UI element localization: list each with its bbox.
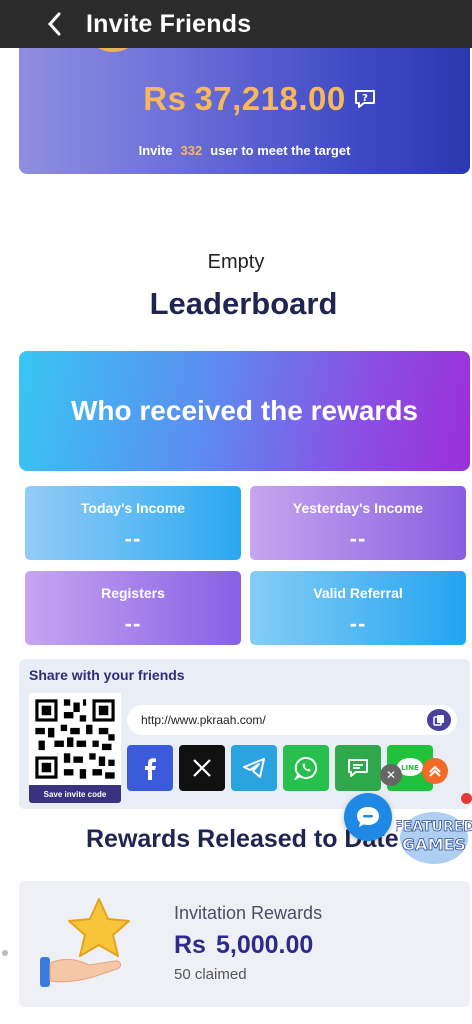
telegram-share-button[interactable] <box>231 745 277 791</box>
stat-label: Registers <box>101 585 165 601</box>
qr-code-icon <box>29 693 121 785</box>
save-invite-code-button[interactable]: Save invite code <box>29 785 121 803</box>
stat-registers: Registers -- <box>25 571 241 645</box>
reward-amount: Rs 5,000.00 <box>174 931 313 960</box>
invite-url-field[interactable]: http://www.pkraah.com/ <box>127 705 457 735</box>
stat-value: -- <box>124 526 142 551</box>
qr-code[interactable]: Save invite code <box>29 693 121 803</box>
chat-icon <box>357 807 379 827</box>
target-card: Rs 37,218.00 ? Invite 332 user to meet the … <box>19 40 470 174</box>
whatsapp-icon <box>293 756 318 781</box>
notification-dot <box>461 793 472 804</box>
scroll-top-button[interactable] <box>422 758 448 784</box>
reward-label: Invitation Rewards <box>174 903 323 923</box>
facebook-share-button[interactable] <box>127 745 173 791</box>
chevron-left-icon <box>47 12 61 36</box>
invite-suffix: user to meet the target <box>210 143 351 158</box>
rewards-banner-label: Who received the rewards <box>70 395 418 426</box>
reward-currency: Rs <box>174 931 206 959</box>
app-header: Invite Friends <box>0 0 472 48</box>
rewards-banner[interactable]: Who received the rewards <box>19 351 470 471</box>
reward-amount-value: 5,000.00 <box>215 931 314 959</box>
message-icon <box>348 759 368 777</box>
svg-text:GAMES: GAMES <box>402 835 466 854</box>
close-icon[interactable]: ✕ <box>380 764 402 786</box>
double-chevron-up-icon <box>429 765 441 777</box>
stat-label: Valid Referral <box>313 585 403 601</box>
stat-today-income: Today's Income -- <box>25 486 241 560</box>
copy-button[interactable] <box>427 709 451 731</box>
invite-count: 332 <box>180 143 203 158</box>
stat-value: -- <box>349 611 367 636</box>
featured-games-icon: FEATURED GAMES <box>393 812 472 864</box>
invite-target-text: Invite 332 user to meet the target <box>19 143 470 158</box>
page-title: Invite Friends <box>86 9 252 38</box>
invite-url: http://www.pkraah.com/ <box>141 713 266 727</box>
svg-text:LINE: LINE <box>401 764 419 772</box>
svg-text:?: ? <box>362 93 368 104</box>
stat-value: -- <box>349 526 367 551</box>
x-share-button[interactable] <box>179 745 225 791</box>
svg-text:FEATURED: FEATURED <box>396 819 472 835</box>
target-amount: Rs 37,218.00 <box>19 80 470 118</box>
back-button[interactable] <box>30 0 78 48</box>
facebook-icon <box>145 758 156 780</box>
currency-label: Rs <box>143 80 187 117</box>
invite-prefix: Invite <box>138 143 173 158</box>
share-section: Share with your friends Save invite code <box>19 659 470 809</box>
page-indicator-dot <box>2 950 8 956</box>
stat-value: -- <box>124 611 142 636</box>
share-title: Share with your friends <box>29 667 185 683</box>
amount-value: 37,218.00 <box>194 80 346 117</box>
empty-state-text: Empty <box>207 251 265 273</box>
invitation-rewards-card: Invitation Rewards Rs 5,000.00 50 claimed <box>19 881 470 1007</box>
reward-claimed-count: 50 claimed <box>174 966 247 983</box>
leaderboard-title: Leaderboard <box>149 286 338 321</box>
copy-icon <box>433 715 444 726</box>
chat-support-button[interactable] <box>344 793 392 841</box>
stat-valid-referral: Valid Referral -- <box>250 571 466 645</box>
sms-share-button[interactable] <box>335 745 381 791</box>
stat-yesterday-income: Yesterday's Income -- <box>250 486 466 560</box>
stat-label: Today's Income <box>80 500 186 516</box>
help-icon[interactable]: ? <box>353 88 377 110</box>
featured-games-badge[interactable]: FEATURED GAMES <box>393 800 472 872</box>
whatsapp-share-button[interactable] <box>283 745 329 791</box>
star-hand-icon <box>37 893 147 993</box>
stat-label: Yesterday's Income <box>292 500 424 516</box>
x-logo-icon <box>193 759 211 777</box>
telegram-icon <box>243 758 265 778</box>
